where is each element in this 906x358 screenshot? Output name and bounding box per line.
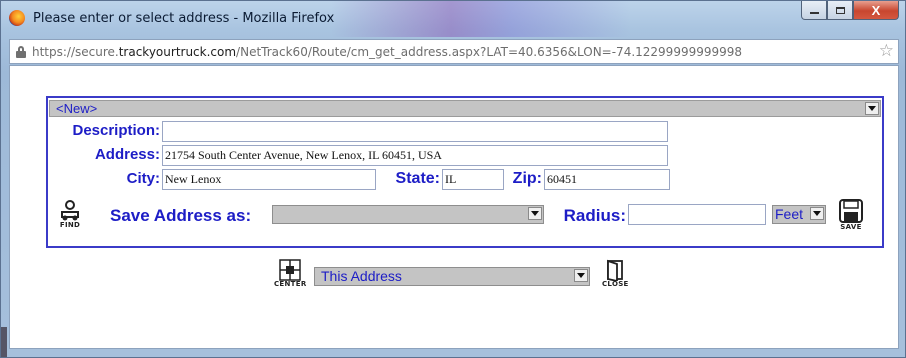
description-field[interactable] [162, 121, 668, 142]
browser-window: Please enter or select address - Mozilla… [0, 0, 906, 358]
find-caption: FIND [59, 221, 81, 229]
address-select-value: <New> [56, 101, 98, 116]
lock-icon[interactable] [16, 46, 26, 58]
center-button[interactable]: CENTER [274, 259, 307, 288]
target-select[interactable]: This Address [314, 267, 590, 286]
find-icon [61, 200, 79, 221]
save-as-label: Save Address as: [110, 206, 252, 225]
city-field[interactable]: New Lenox [162, 169, 376, 190]
radius-unit-dropdown[interactable] [810, 207, 824, 220]
target-select-value: This Address [321, 268, 402, 284]
save-as-dropdown[interactable] [528, 207, 542, 220]
url-prefix: https://secure. [32, 45, 119, 59]
find-button[interactable]: FIND [58, 198, 82, 229]
firefox-icon [9, 10, 25, 26]
maximize-icon [835, 6, 845, 14]
address-select[interactable]: <New> [49, 100, 881, 117]
save-as-select[interactable] [272, 205, 544, 224]
chevron-down-icon [813, 211, 821, 216]
save-caption: SAVE [840, 223, 862, 231]
state-field[interactable]: IL [442, 169, 504, 190]
minimize-button[interactable] [801, 1, 827, 20]
title-bar-decoration [331, 1, 631, 37]
target-select-dropdown[interactable] [574, 269, 588, 282]
radius-label: Radius: [563, 206, 626, 225]
close-window-button[interactable]: X [853, 1, 899, 20]
close-caption: CLOSE [602, 280, 629, 288]
address-label: Address: [94, 146, 160, 163]
save-button[interactable]: SAVE [838, 198, 864, 231]
door-close-icon [607, 259, 624, 281]
city-label: City: [126, 170, 160, 187]
page-content: <New> Description: Address: 21754 South … [9, 65, 899, 349]
description-label: Description: [72, 122, 160, 139]
zip-field[interactable]: 60451 [544, 169, 670, 190]
address-field[interactable]: 21754 South Center Avenue, New Lenox, IL… [162, 145, 668, 166]
floppy-save-icon [839, 199, 863, 223]
center-crosshair-icon [279, 259, 302, 281]
radius-field[interactable] [628, 204, 766, 225]
chevron-down-icon [577, 273, 585, 278]
url-path: /NetTrack60/Route/cm_get_address.aspx?LA… [236, 45, 743, 59]
maximize-button[interactable] [827, 1, 853, 20]
url-text[interactable]: https://secure.trackyourtruck.com/NetTra… [32, 45, 742, 59]
radius-unit-value: Feet [775, 206, 804, 222]
minimize-icon [809, 12, 819, 14]
close-button[interactable]: CLOSE [602, 259, 629, 288]
window-controls: X [801, 1, 899, 23]
center-caption: CENTER [274, 280, 307, 288]
bookmark-star-icon[interactable]: ☆ [879, 42, 894, 60]
zip-label: Zip: [512, 170, 542, 187]
url-host: trackyourtruck.com [118, 45, 237, 59]
chevron-down-icon [531, 211, 539, 216]
url-bar[interactable]: https://secure.trackyourtruck.com/NetTra… [9, 39, 899, 64]
title-bar[interactable]: Please enter or select address - Mozilla… [1, 1, 905, 37]
state-label: State: [395, 170, 440, 187]
address-form-panel: <New> Description: Address: 21754 South … [46, 96, 884, 248]
address-select-dropdown[interactable] [865, 102, 879, 115]
chevron-down-icon [868, 106, 876, 111]
window-title: Please enter or select address - Mozilla… [33, 11, 335, 26]
window-edge-decoration [1, 327, 7, 357]
radius-unit-select[interactable]: Feet [772, 205, 826, 224]
